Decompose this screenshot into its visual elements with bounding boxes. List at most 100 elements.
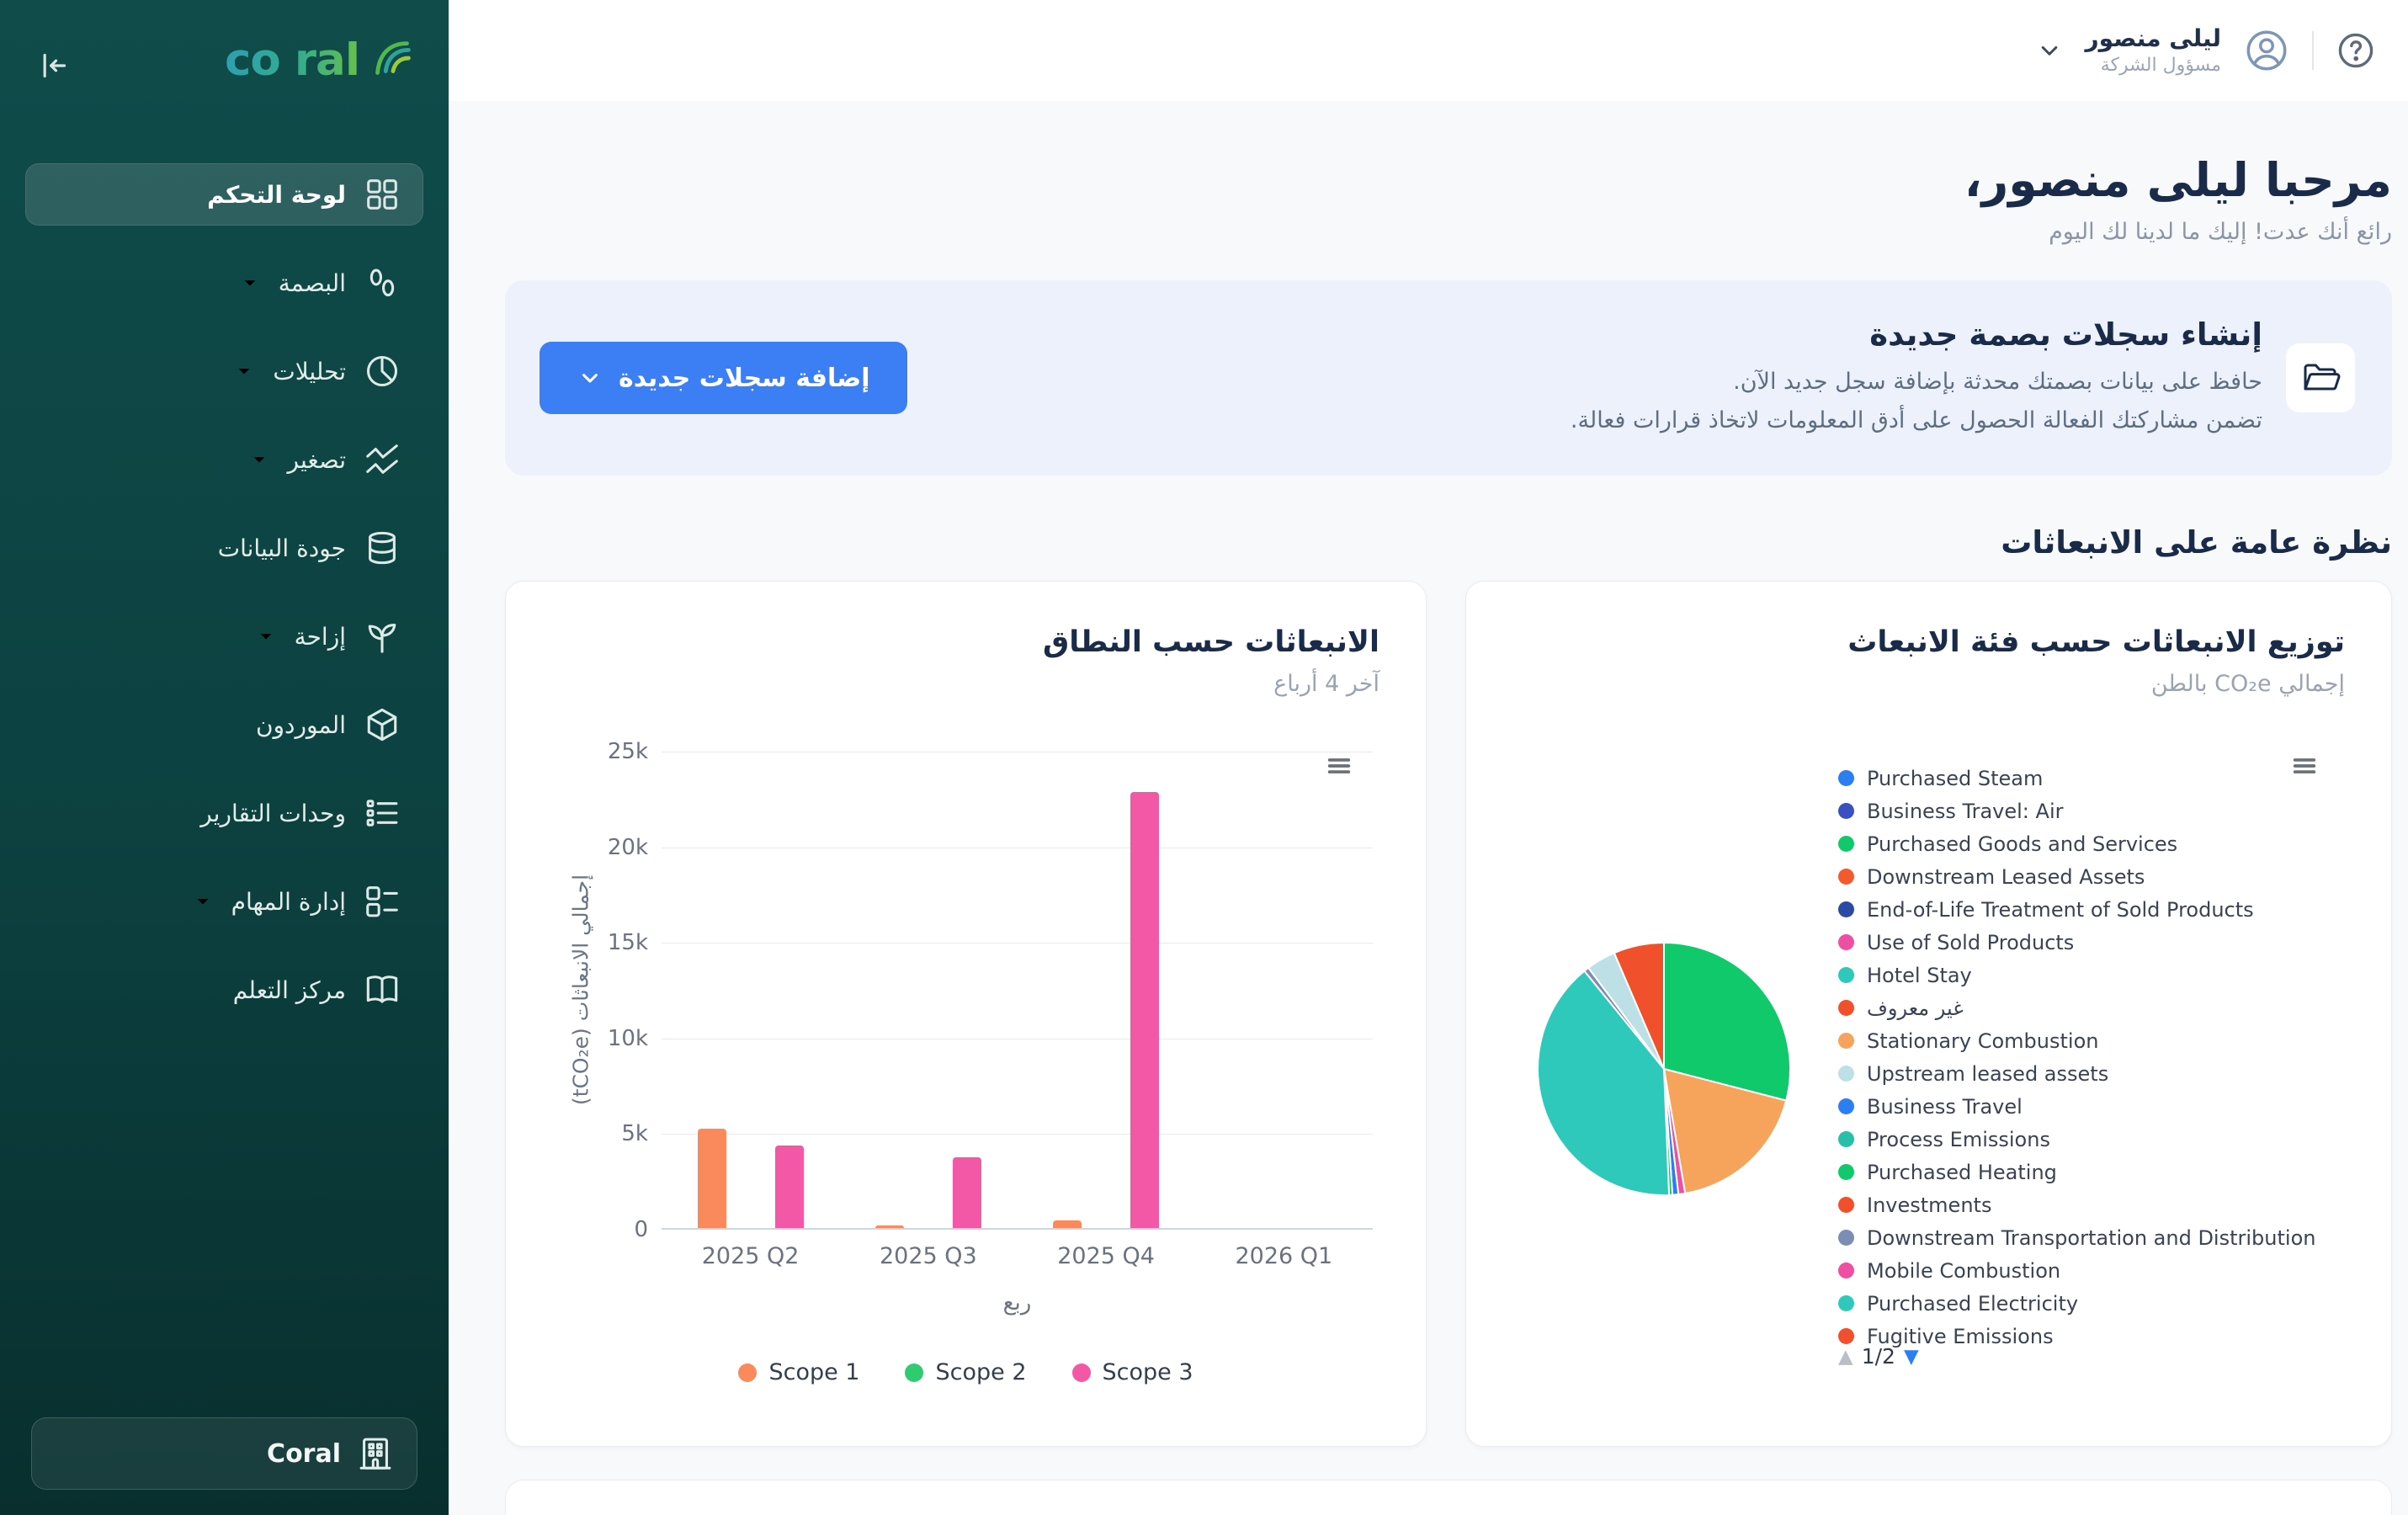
legend-item[interactable]: Hotel Stay	[1838, 959, 2315, 991]
legend-item[interactable]: Investments	[1838, 1188, 2315, 1221]
y-axis-tick-label: 10k	[608, 1026, 648, 1051]
legend-label: Downstream Leased Assets	[1867, 865, 2145, 889]
legend-label: Process Emissions	[1867, 1128, 2050, 1151]
legend-page-indicator: 1/2	[1862, 1344, 1895, 1369]
x-axis-tick-label: 2025 Q3	[880, 1243, 977, 1269]
sidebar-item-reports[interactable]: وحدات التقارير	[25, 782, 423, 844]
chevron-down-icon	[238, 271, 262, 295]
legend-item[interactable]: Downstream Transportation and Distributi…	[1838, 1221, 2315, 1254]
sidebar-item-learning[interactable]: مركز التعلم	[25, 959, 423, 1021]
sidebar-item-database[interactable]: جودة البيانات	[25, 517, 423, 579]
legend-marker	[1838, 770, 1854, 786]
reports-icon	[363, 794, 401, 832]
sidebar-collapse-button[interactable]	[37, 45, 77, 86]
legend-item[interactable]: Business Travel	[1838, 1090, 2315, 1123]
avatar-icon[interactable]	[2243, 27, 2290, 74]
x-axis-tick-label: 2026 Q1	[1236, 1243, 1333, 1269]
help-icon[interactable]	[2336, 30, 2376, 71]
legend-pagination: ▲ 1/2 ▼	[1838, 1344, 1919, 1369]
legend-label: Mobile Combustion	[1867, 1259, 2060, 1283]
y-axis-tick-label: 0	[634, 1217, 648, 1242]
legend-item-scope-2[interactable]: Scope 2	[905, 1359, 1026, 1385]
bar-scope-1-2025-q4[interactable]	[1053, 1220, 1082, 1228]
y-axis-tick-label: 5k	[621, 1121, 648, 1146]
leaf-logo-icon	[366, 34, 418, 86]
sidebar-item-dashboard[interactable]: لوحة التحكم	[25, 163, 423, 226]
sidebar-item-label: البصمة	[279, 269, 346, 297]
page-content: مرحبا ليلى منصور، رائع أنك عدت! إليك ما …	[449, 101, 2408, 1515]
chart-title: الانبعاثات حسب النطاق	[1043, 625, 1379, 659]
legend-marker	[1838, 1230, 1854, 1246]
suppliers-icon	[363, 705, 401, 744]
bar-scope-1-2025-q3[interactable]	[875, 1225, 904, 1228]
sidebar-item-label: إزاحة	[295, 623, 346, 651]
legend-marker	[1838, 1033, 1854, 1049]
legend-marker	[1838, 1328, 1854, 1344]
legend-item[interactable]: Purchased Steam	[1838, 762, 2315, 795]
sidebar-item-footprint[interactable]: البصمة	[25, 252, 423, 314]
legend-item[interactable]: Purchased Heating	[1838, 1156, 2315, 1188]
legend-marker	[1838, 967, 1854, 983]
next-section-card	[505, 1480, 2392, 1515]
legend-item[interactable]: Business Travel: Air	[1838, 795, 2315, 827]
header-divider	[2312, 31, 2314, 70]
sidebar-nav: لوحة التحكم البصمة تحليلات تصغير جودة البيان…	[0, 163, 449, 1021]
legend-marker	[1838, 1197, 1854, 1213]
bar-scope-1-2025-q2[interactable]	[698, 1129, 726, 1228]
add-records-button[interactable]: إضافة سجلات جديدة	[540, 342, 907, 414]
analytics-icon	[363, 352, 401, 391]
y-axis-tick-label: 15k	[608, 930, 648, 955]
legend-item[interactable]: Downstream Leased Assets	[1838, 860, 2315, 893]
legend-label: Investments	[1867, 1193, 1991, 1217]
trend-icon	[363, 440, 401, 479]
legend-label: Upstream leased assets	[1867, 1062, 2108, 1086]
sidebar-item-label: لوحة التحكم	[207, 181, 346, 209]
org-label: Coral	[267, 1439, 341, 1469]
legend-item[interactable]: End-of-Life Treatment of Sold Products	[1838, 893, 2315, 926]
page-subtitle: رائع أنك عدت! إليك ما لدينا لك اليوم	[505, 219, 2392, 245]
bar-scope-3-2025-q2[interactable]	[775, 1146, 804, 1228]
user-menu-chevron-icon[interactable]	[2035, 36, 2064, 65]
chevron-down-icon	[191, 890, 215, 913]
gridline	[662, 943, 1373, 944]
legend-page-up-icon[interactable]: ▲	[1838, 1346, 1853, 1368]
sidebar-item-tasks[interactable]: إدارة المهام	[25, 870, 423, 933]
legend-page-down-icon[interactable]: ▼	[1904, 1346, 1919, 1368]
legend-marker	[1838, 1131, 1854, 1147]
legend-label: Hotel Stay	[1867, 964, 1972, 987]
org-card[interactable]: Coral	[31, 1417, 417, 1490]
sidebar-item-trend[interactable]: تصغير	[25, 428, 423, 491]
legend-item[interactable]: Purchased Goods and Services	[1838, 827, 2315, 860]
user-role: مسؤول الشركة	[2086, 54, 2221, 78]
database-icon	[363, 529, 401, 567]
legend-item[interactable]: Mobile Combustion	[1838, 1254, 2315, 1287]
banner-title: إنشاء سجلات بصمة جديدة	[931, 316, 2262, 353]
bar-scope-3-2025-q4[interactable]	[1130, 792, 1159, 1228]
pie-chart	[1529, 934, 1799, 1204]
legend-item-scope-3[interactable]: Scope 3	[1072, 1359, 1193, 1385]
sidebar-item-analytics[interactable]: تحليلات	[25, 340, 423, 402]
bar-scope-3-2025-q3[interactable]	[953, 1157, 981, 1228]
user-name: ليلى منصور	[2086, 24, 2221, 54]
legend-item-scope-1[interactable]: Scope 1	[738, 1359, 859, 1385]
legend-marker	[1838, 934, 1854, 950]
sidebar-item-offset[interactable]: إزاحة	[25, 605, 423, 667]
legend-label: End-of-Life Treatment of Sold Products	[1867, 898, 2254, 922]
section-title: نظرة عامة على الانبعاثات	[505, 524, 2392, 561]
legend-item[interactable]: Stationary Combustion	[1838, 1024, 2315, 1057]
create-records-banner: إنشاء سجلات بصمة جديدة حافظ على بيانات ب…	[505, 280, 2392, 476]
user-menu[interactable]: ليلى منصور مسؤول الشركة	[2086, 24, 2221, 78]
legend-item[interactable]: Purchased Electricity	[1838, 1287, 2315, 1320]
legend-label: Purchased Heating	[1867, 1161, 2057, 1184]
sidebar-item-suppliers[interactable]: الموردون	[25, 694, 423, 756]
banner-line-1: حافظ على بيانات بصمتك محدثة بإضافة سجل ج…	[931, 363, 2262, 401]
legend-item[interactable]: Use of Sold Products	[1838, 926, 2315, 959]
legend-item[interactable]: غير معروف	[1838, 991, 2315, 1024]
legend-item[interactable]: Process Emissions	[1838, 1123, 2315, 1156]
gridline	[662, 1134, 1373, 1135]
bar-chart-legend: Scope 1 Scope 2 Scope 3	[506, 1359, 1426, 1385]
banner-line-2: تضمن مشاركتك الفعالة الحصول على أدق المع…	[931, 401, 2262, 440]
legend-item[interactable]: Upstream leased assets	[1838, 1057, 2315, 1090]
main-area: ليلى منصور مسؤول الشركة مرحبا ليلى منصور…	[449, 0, 2408, 1515]
y-axis-title: إجمالي الانبعاثات (tCO₂e)	[569, 874, 593, 1105]
